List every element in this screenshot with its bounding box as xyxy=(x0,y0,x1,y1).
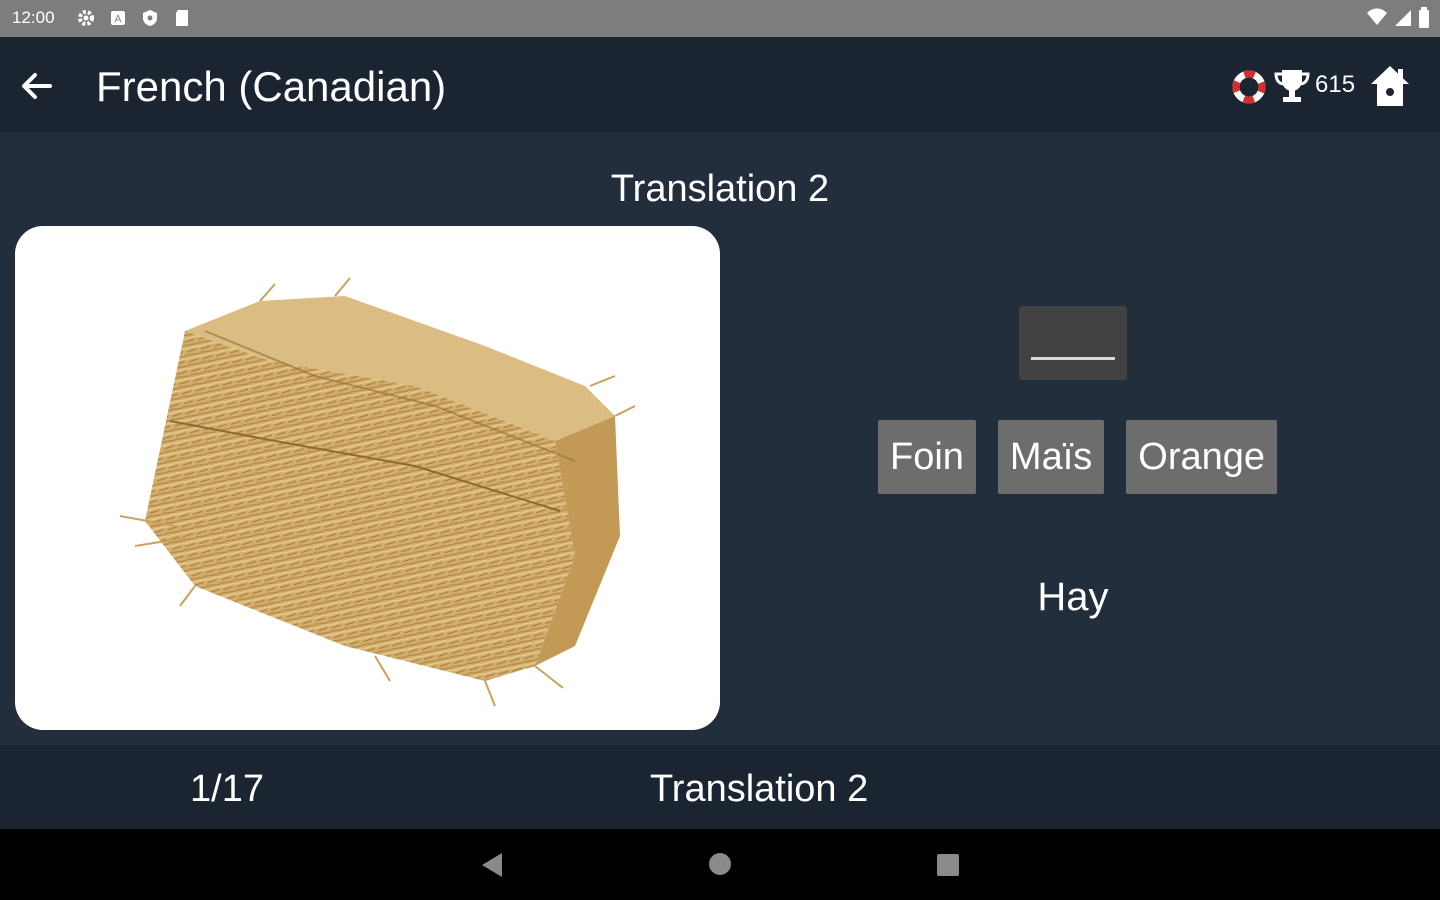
status-bar: 12:00 A xyxy=(0,0,1440,37)
svg-text:A: A xyxy=(115,14,122,25)
lesson-title: Translation 2 xyxy=(610,168,830,210)
score-count: 615 xyxy=(1315,71,1356,98)
hay-bale-image xyxy=(119,277,636,707)
status-notification-icons: A xyxy=(76,8,192,28)
option-button-orange[interactable]: Orange xyxy=(1126,420,1278,494)
status-system-icons xyxy=(1366,7,1430,29)
option-button-mais[interactable]: Maïs xyxy=(997,420,1105,494)
sd-card-icon xyxy=(176,10,188,26)
system-nav-bar xyxy=(0,829,1440,900)
english-word: Hay xyxy=(1037,575,1109,619)
home-icon[interactable] xyxy=(1368,63,1412,109)
answer-blank-line xyxy=(1031,357,1115,360)
signal-icon xyxy=(1395,10,1411,26)
nav-recents-icon[interactable] xyxy=(936,853,960,877)
app-title: French (Canadian) xyxy=(96,63,447,110)
bottom-lesson-title: Translation 2 xyxy=(650,768,869,810)
wifi-icon xyxy=(1367,8,1387,25)
word-image-card xyxy=(15,226,720,730)
lifebuoy-icon[interactable] xyxy=(1232,70,1266,104)
nav-back-icon[interactable] xyxy=(480,851,504,879)
battery-icon xyxy=(1419,7,1429,28)
settings-icon xyxy=(78,10,94,26)
shield-icon xyxy=(143,10,157,26)
app-bar: French (Canadian) 615 xyxy=(0,37,1440,132)
nav-home-icon[interactable] xyxy=(708,852,732,876)
bottom-bar: 1/17 Translation 2 xyxy=(0,745,1440,829)
notification-icon: A xyxy=(111,11,125,25)
back-arrow-icon[interactable] xyxy=(16,65,58,107)
option-button-foin[interactable]: Foin xyxy=(878,420,976,494)
trophy-icon xyxy=(1274,70,1310,102)
progress-counter: 1/17 xyxy=(190,768,264,810)
status-time: 12:00 xyxy=(12,8,55,27)
answer-slot[interactable] xyxy=(1019,306,1127,380)
answer-options: Foin Maïs Orange xyxy=(878,420,1278,494)
